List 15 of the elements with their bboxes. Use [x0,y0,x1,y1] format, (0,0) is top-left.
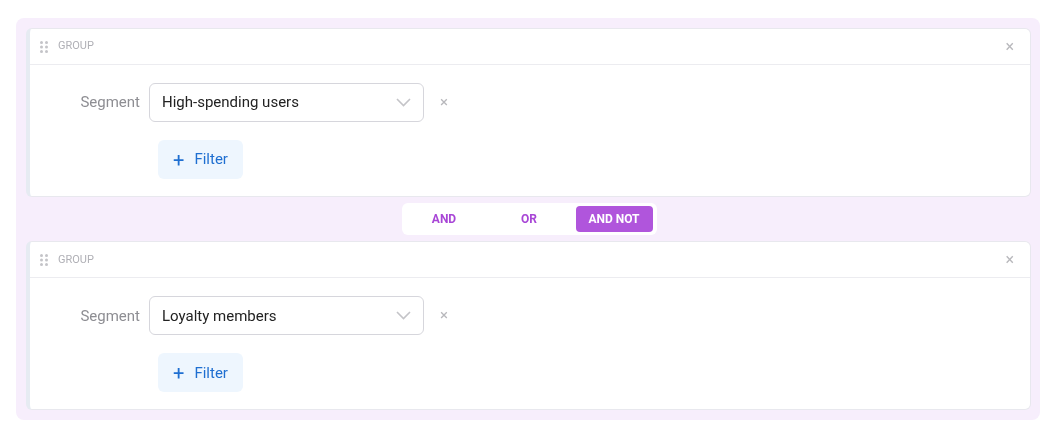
drag-handle-icon[interactable] [40,253,48,266]
operator-tab[interactable]: AND [405,206,483,232]
segment-select[interactable]: High-spending users [149,83,424,122]
operator-tab[interactable]: AND NOT [575,206,653,232]
add-filter-button[interactable]: + Filter [158,140,243,179]
segment-select[interactable]: Loyalty members [149,296,424,336]
drag-handle-icon[interactable] [40,40,48,53]
segment-label: Segment [79,305,141,327]
chevron-down-icon [396,311,411,321]
operator-tab[interactable]: OR [490,206,568,232]
group-title: GROUP [58,38,94,55]
group-title: GROUP [58,251,94,268]
segment-label: Segment [79,92,141,114]
add-filter-button[interactable]: + Filter [158,353,243,393]
chevron-down-icon [396,98,411,107]
